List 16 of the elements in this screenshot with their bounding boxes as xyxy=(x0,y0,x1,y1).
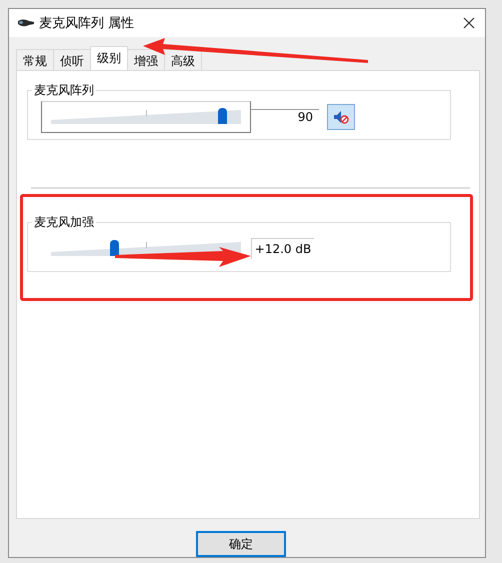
mute-button[interactable] xyxy=(327,104,355,130)
tab[interactable]: 级别 xyxy=(90,46,128,70)
tab[interactable]: 侦听 xyxy=(53,48,91,70)
muted-speaker-icon xyxy=(333,110,349,124)
tab[interactable]: 高级 xyxy=(164,48,202,70)
tab[interactable]: 常规 xyxy=(16,48,54,70)
microphone-icon xyxy=(17,18,35,28)
close-icon[interactable] xyxy=(463,16,475,29)
ok-button[interactable]: 确定 xyxy=(196,531,286,557)
window-title: 麦克风阵列 属性 xyxy=(39,14,136,32)
slider-thumb[interactable] xyxy=(218,108,227,124)
slider-thumb[interactable] xyxy=(110,240,119,256)
level-value: 90 xyxy=(251,109,319,124)
group-title: 麦克风阵列 xyxy=(32,82,96,99)
level-value: +12.0 dB xyxy=(251,238,314,260)
slider-track[interactable] xyxy=(51,110,241,124)
